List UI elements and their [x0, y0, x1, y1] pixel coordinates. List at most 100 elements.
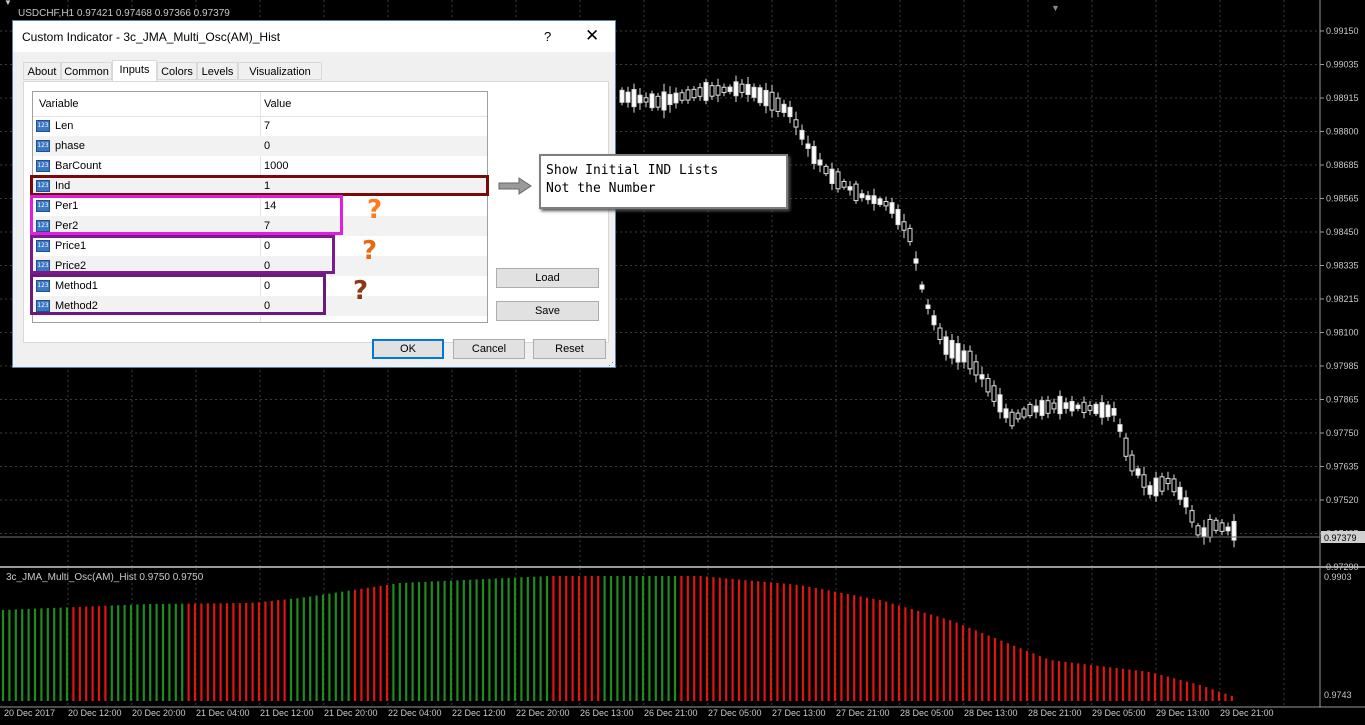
candle-body	[625, 91, 631, 103]
candle-body	[1039, 400, 1045, 416]
time-label: 29 Dec 05:00	[1092, 708, 1146, 718]
time-label: 27 Dec 21:00	[836, 708, 890, 718]
candle-body	[1009, 411, 1015, 427]
candle-body	[733, 81, 739, 97]
load-button[interactable]: Load	[496, 268, 599, 288]
close-button[interactable]: ✕	[585, 26, 599, 46]
candle-body	[847, 186, 853, 191]
chart-menu-arrow[interactable]: ▼	[4, 0, 12, 7]
param-value[interactable]: 1000	[264, 160, 288, 172]
candle-body	[1189, 510, 1195, 523]
time-label: 28 Dec 13:00	[964, 708, 1018, 718]
candle-body	[1207, 518, 1213, 538]
candle-body	[661, 91, 667, 111]
indicator-histogram	[1, 576, 1233, 701]
candle-body	[667, 93, 673, 106]
candle-body	[709, 85, 715, 97]
indicator-axis-top: 0.9903	[1324, 572, 1352, 582]
candle-body	[1075, 404, 1081, 410]
tab-levels[interactable]: Levels	[197, 62, 238, 80]
candle-body	[925, 304, 931, 309]
candle-body	[997, 394, 1003, 413]
param-row-len[interactable]: 123 Len 7	[33, 116, 487, 136]
save-button[interactable]: Save	[496, 301, 599, 321]
candle-body	[655, 95, 661, 108]
candle-body	[721, 86, 727, 93]
tab-about[interactable]: About	[23, 62, 61, 80]
candle-body	[919, 284, 925, 290]
candle-body	[853, 183, 859, 202]
price-label: 0.98215	[1326, 294, 1359, 304]
price-label: 0.98450	[1326, 227, 1359, 237]
candle-body	[769, 91, 775, 111]
tab-inputs[interactable]: Inputs	[112, 60, 157, 81]
candle-body	[973, 361, 979, 376]
question-mark-2: ?	[362, 236, 378, 266]
time-label: 22 Dec 20:00	[516, 708, 570, 718]
candle-body	[1129, 454, 1135, 472]
tab-visualization[interactable]: Visualization	[238, 62, 322, 80]
candle-body	[751, 86, 757, 98]
candle-body	[727, 86, 733, 93]
candle-body	[1201, 527, 1207, 538]
candle-body	[835, 171, 841, 190]
time-label: 21 Dec 12:00	[260, 708, 314, 718]
candle-body	[679, 92, 685, 101]
candle-body	[757, 87, 763, 104]
resize-grip-icon[interactable]: ⋰	[608, 357, 617, 368]
candle-body	[1021, 408, 1027, 418]
candle-body	[1105, 404, 1111, 418]
price-label: 0.99150	[1326, 26, 1359, 36]
time-label: 21 Dec 04:00	[196, 708, 250, 718]
price-label: 0.97635	[1326, 462, 1359, 472]
tab-common[interactable]: Common	[61, 62, 112, 80]
candle-body	[697, 87, 703, 97]
reset-button[interactable]: Reset	[533, 339, 606, 359]
candle-body	[1015, 412, 1021, 420]
price-label: 0.99035	[1326, 60, 1359, 70]
candle-body	[1033, 405, 1039, 413]
column-variable[interactable]: Variable	[39, 98, 79, 110]
candle-body	[1117, 424, 1123, 432]
candle-body	[1063, 402, 1069, 409]
price-label: 0.98915	[1326, 93, 1359, 103]
indicator-axis-bottom: 0.9743	[1324, 690, 1352, 700]
candle-body	[1051, 402, 1057, 410]
param-value[interactable]: 7	[264, 120, 270, 132]
candle-body	[829, 168, 835, 184]
candle-body	[931, 315, 937, 326]
help-button[interactable]: ?	[544, 29, 551, 44]
candle-body	[1087, 405, 1093, 411]
time-label: 27 Dec 13:00	[772, 708, 826, 718]
price-label: 0.97985	[1326, 361, 1359, 371]
dialog-titlebar[interactable]: Custom Indicator - 3c_JMA_Multi_Osc(AM)_…	[13, 21, 615, 52]
column-value[interactable]: Value	[264, 98, 291, 110]
scroll-marker-icon[interactable]: ▼	[1051, 3, 1060, 13]
candle-body	[649, 93, 655, 109]
candle-body	[643, 97, 649, 103]
price-axis: 0.99150 0.99035 0.98915 0.98800 0.98685 0.985…	[1320, 26, 1359, 572]
ok-button[interactable]: OK	[372, 339, 444, 359]
param-row-phase[interactable]: 123 phase 0	[33, 136, 487, 156]
time-label: 26 Dec 13:00	[580, 708, 634, 718]
candle-body	[1141, 474, 1147, 488]
time-label: 22 Dec 04:00	[388, 708, 442, 718]
tab-colors[interactable]: Colors	[157, 62, 197, 80]
candle-body	[1195, 525, 1201, 536]
candle-body	[871, 195, 877, 205]
param-type-icon: 123	[36, 120, 50, 132]
indicator-header: 3c_JMA_Multi_Osc(AM)_Hist 0.9750 0.9750	[6, 572, 204, 583]
current-price-text: 0.97379	[1324, 533, 1357, 543]
candle-body	[895, 208, 901, 226]
candle-body	[1099, 402, 1105, 418]
subwindow-separator[interactable]	[0, 566, 1365, 568]
param-value[interactable]: 0	[264, 140, 270, 152]
candle-body	[859, 193, 865, 199]
candle-body	[901, 221, 907, 231]
param-row-barcount[interactable]: 123 BarCount 1000	[33, 156, 487, 176]
symbol-header: USDCHF,H1 0.97421 0.97468 0.97366 0.9737…	[18, 8, 230, 19]
price-label: 0.98100	[1326, 328, 1359, 338]
cancel-button[interactable]: Cancel	[453, 339, 525, 359]
callout-line-1: Show Initial IND Lists	[546, 163, 719, 178]
candle-body	[841, 180, 847, 188]
